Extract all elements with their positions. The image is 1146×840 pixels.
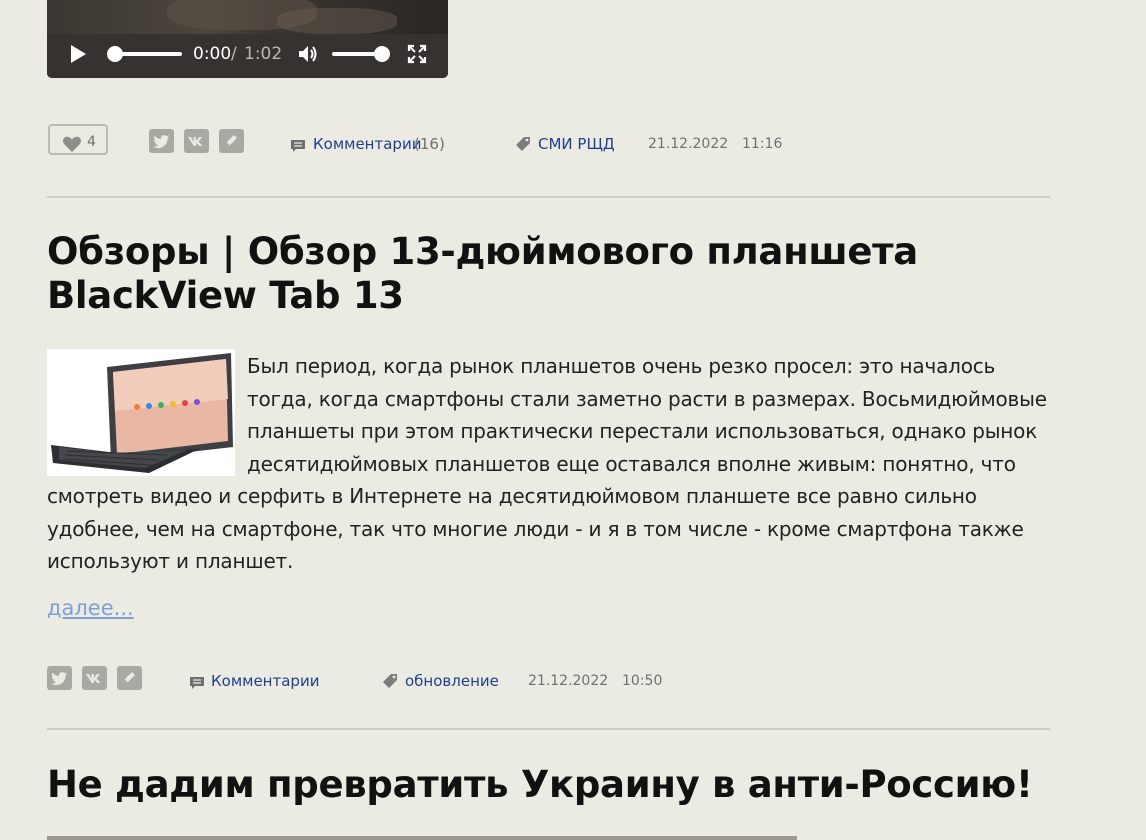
video-progress-thumb[interactable] (107, 46, 123, 62)
post-date: 21.12.2022 (648, 136, 729, 152)
post-title[interactable]: Обзоры | Обзор 13-дюймового планшета Bla… (47, 230, 1057, 318)
play-icon[interactable] (71, 45, 86, 63)
twitter-icon (51, 672, 67, 686)
volume-icon[interactable] (297, 43, 319, 65)
share-twitter-button[interactable] (149, 129, 174, 153)
comments-link[interactable]: Комментарии (211, 672, 319, 690)
video-player[interactable] (47, 0, 448, 78)
like-count: 4 (87, 134, 96, 150)
tag-link[interactable]: СМИ РЩД (538, 135, 615, 153)
volume-slider-thumb[interactable] (374, 46, 390, 62)
share-twitter-button[interactable] (47, 666, 72, 690)
post-title[interactable]: Не дадим превратить Украину в анти-Росси… (47, 763, 1057, 807)
fullscreen-icon[interactable] (407, 44, 427, 64)
post-excerpt: Был период, когда рынок планшетов очень … (47, 350, 1050, 578)
livejournal-icon (226, 135, 237, 146)
comment-icon (291, 140, 305, 152)
tag-icon (383, 674, 397, 688)
post-image-top-edge[interactable] (47, 836, 797, 840)
video-time-separator: / (231, 44, 237, 64)
comment-icon (190, 677, 204, 689)
share-livejournal-button[interactable] (117, 666, 142, 690)
post-time: 11:16 (742, 136, 783, 152)
video-frame[interactable] (47, 0, 448, 34)
share-livejournal-button[interactable] (219, 129, 244, 153)
image-wrap-spacer (47, 350, 247, 480)
heart-icon (62, 136, 82, 152)
video-current-time: 0:00 (193, 44, 232, 64)
video-duration: 1:02 (244, 44, 283, 64)
vk-icon (86, 674, 101, 683)
video-frame-shape (277, 8, 397, 34)
post-divider (47, 196, 1050, 198)
tag-link[interactable]: обновление (405, 672, 499, 690)
tag-icon (516, 137, 530, 151)
share-vk-button[interactable] (184, 129, 209, 153)
comments-count: (16) (414, 135, 445, 153)
read-more-link[interactable]: далее... (47, 594, 134, 622)
share-vk-button[interactable] (82, 666, 107, 690)
post-date: 21.12.2022 (528, 673, 609, 689)
post-divider (47, 728, 1050, 730)
post-time: 10:50 (622, 673, 663, 689)
vk-icon (188, 137, 203, 146)
twitter-icon (153, 135, 169, 149)
comments-link[interactable]: Комментарии (313, 135, 421, 153)
livejournal-icon (124, 672, 135, 683)
